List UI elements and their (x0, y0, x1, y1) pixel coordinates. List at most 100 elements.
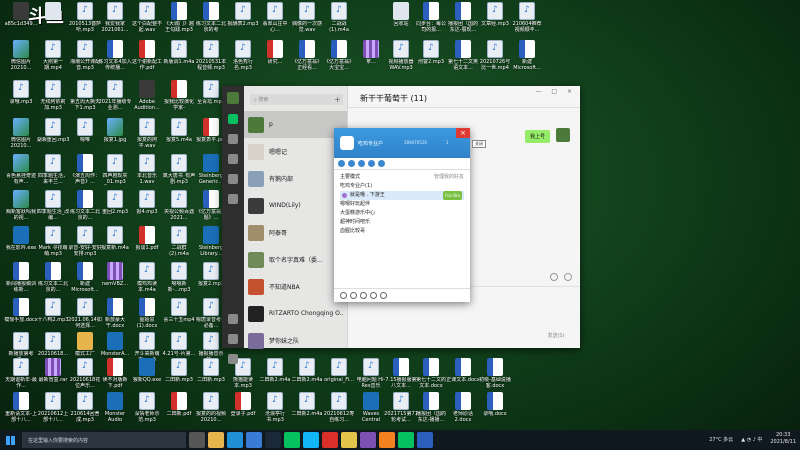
desktop-icon[interactable]: 我在影吟.exe (4, 224, 38, 264)
desktop-icon[interactable]: 新闻播报稿训练新... (4, 260, 38, 300)
add-chat-button[interactable]: + (332, 94, 343, 105)
desktop-icon[interactable]: 微信图片20210... (4, 38, 38, 78)
chat-icon[interactable] (348, 160, 355, 167)
desktop-icon[interactable]: 2010513菩萨听.mp3 (68, 0, 102, 40)
desktop-icon[interactable]: 拿... (354, 38, 388, 78)
desktop-icon[interactable]: 深情老师示范.mp3 (130, 390, 164, 430)
desktop-icon[interactable]: nemVBZ... (98, 260, 132, 300)
contacts-nav-icon[interactable] (228, 134, 238, 144)
desktop-icon[interactable]: Monster Audio (98, 390, 132, 430)
desktop-icon[interactable]: 练习文本二北京的考 (194, 0, 228, 40)
desktop-icon[interactable]: 离大唐书_有声剧.mp3 (162, 152, 196, 192)
desktop-icon[interactable] (36, 0, 70, 40)
send-button[interactable]: 发送(S) (542, 331, 570, 342)
desktop-icon[interactable]: 《亿万富翁》正经看... (290, 38, 324, 78)
desktop-icon[interactable]: 播报团（国的东达-展现... (446, 0, 480, 40)
chrome-icon[interactable] (341, 432, 357, 448)
douyu-icon[interactable] (379, 432, 395, 448)
popup-item[interactable]: 嗯嗯好玩起伴 (340, 200, 464, 209)
search-icon[interactable] (378, 160, 385, 167)
desktop-icon[interactable]: 这个白配整不起.wav (130, 0, 164, 40)
start-button[interactable] (0, 430, 20, 450)
refresh-icon[interactable] (370, 292, 377, 299)
mail-icon[interactable] (417, 432, 433, 448)
desktop-icon[interactable]: 本北音乐1.wav (130, 152, 164, 192)
desktop-icon[interactable]: 报复1.jpg (98, 116, 132, 156)
desktop-icon[interactable]: 报复新.m4a (98, 224, 132, 264)
chat-list-item[interactable]: WIND(Lily) (244, 192, 347, 219)
desktop-icon[interactable]: 20210726号比一世.mp4 (478, 38, 512, 78)
desktop-icon[interactable]: 新建Microsoft... (510, 38, 544, 78)
chat-list-item[interactable]: p (244, 111, 347, 138)
popup-item[interactable]: 超神时间吧乐 (340, 218, 464, 227)
desktop-icon[interactable]: 回收站 (384, 0, 418, 40)
menu-icon[interactable] (340, 292, 347, 299)
search-icon[interactable] (360, 292, 367, 299)
desktop-icon[interactable]: 我爱我家2021061... (98, 0, 132, 40)
desktop-icon[interactable]: 二战战(1).m4a (322, 0, 356, 40)
desktop-icon[interactable]: 文章经.mp3 (478, 0, 512, 40)
desktop-icon[interactable]: 录音-安好-安好安排.mp3 (68, 224, 102, 264)
desktop-icon[interactable]: 老师原话2.docx (446, 390, 480, 430)
clock[interactable]: 20:33 2021/8/11 (770, 432, 796, 446)
desktop-icon[interactable]: 练习文本二北京的... (36, 260, 70, 300)
desktop-icon[interactable]: 第七十二文英语文本... (446, 38, 480, 78)
task-view-icon[interactable] (189, 432, 205, 448)
menu-icon[interactable] (228, 354, 238, 364)
desktop-icon[interactable]: 二田新.pdf (162, 390, 196, 430)
desktop-icon[interactable]: 重回2.mp3 (98, 188, 132, 228)
desktop-icon[interactable]: 湘潮公开课配音.mp3 (68, 38, 102, 78)
desktop-icon[interactable]: 二田新2.m4a (290, 390, 324, 430)
desktop-icon[interactable]: 报酬表2.mp3 (226, 0, 260, 40)
desktop-icon[interactable]: 偶像的一次感觉.wav (290, 0, 324, 40)
desktop-icon[interactable]: 登录子.pdf (226, 390, 260, 430)
audio-app-icon[interactable] (360, 432, 376, 448)
desktop-icon[interactable]: 沧浪亭行书.mp3 (258, 390, 292, 430)
moments-nav-icon[interactable] (228, 194, 238, 204)
desktop-icon[interactable]: 210614回舍成.mp3 (68, 390, 102, 430)
favorites-nav-icon[interactable] (228, 154, 238, 164)
desktop-icon[interactable]: 《演五周作：声音》... (68, 152, 102, 192)
desktop-icon[interactable]: 《亿万富翁》大宝宝... (322, 38, 356, 78)
wechat-search-input[interactable]: ⌕ 搜索 + (250, 94, 343, 105)
mini-program-nav-icon[interactable] (228, 314, 238, 324)
desktop-icon[interactable]: Waves Central (354, 390, 388, 430)
chat-list-item[interactable]: 取个名字真难（委... (244, 246, 347, 273)
chat-list-item[interactable]: 有鹅内部 (244, 165, 347, 192)
qq-icon[interactable] (303, 432, 319, 448)
desktop-icon[interactable]: Adobe Audition... (130, 78, 164, 118)
desktop-icon[interactable]: 播报团（国的东达-播播... (414, 390, 448, 430)
desktop-icon[interactable]: 新建Microsoft... (68, 260, 102, 300)
desktop-icon[interactable]: 20210612上部十八... (36, 390, 70, 430)
desktop-icon[interactable]: 报复的的视频20210... (194, 390, 228, 430)
desktop-icon[interactable]: Mark 寻找萌萌.mp3 (36, 224, 70, 264)
wechat-icon[interactable] (284, 432, 300, 448)
desktop-icon[interactable]: 练习文本4加入传统播... (98, 38, 132, 78)
star-icon[interactable] (358, 160, 365, 167)
desktop-icon[interactable]: 新版调1.m4a (162, 38, 196, 78)
desktop-icon[interactable]: 四季题生活_改编... (36, 188, 70, 228)
group-name[interactable]: 吃鸡专业户(1) (340, 182, 464, 191)
chat-list-item[interactable]: 梦你妹之队 (244, 327, 347, 354)
desktop-icon[interactable]: 录哦.mp3 (4, 78, 38, 118)
chat-list-item[interactable]: 嗯嗯记 (244, 138, 347, 165)
user-icon[interactable] (338, 160, 345, 167)
desktop-icon[interactable]: 2021年播级专业测... (98, 78, 132, 118)
add-icon[interactable] (350, 292, 357, 299)
desktop-icon[interactable]: 嗯唯 (68, 116, 102, 156)
files-nav-icon[interactable] (228, 174, 238, 184)
desktop-icon[interactable]: 视频播放器 WAV.mp3 (384, 38, 418, 78)
steam-icon[interactable] (265, 432, 281, 448)
my-avatar-icon[interactable] (227, 92, 239, 104)
desktop-icon[interactable]: 央视公频百遇2021... (162, 188, 196, 228)
manage-friends-link[interactable]: 管理我的好友 (434, 173, 464, 182)
desktop-icon[interactable]: 报4.mp3 (130, 188, 164, 228)
chat-list-item[interactable]: 不知道NBA (244, 273, 347, 300)
store-icon[interactable] (246, 432, 262, 448)
wechat-running-icon[interactable] (398, 432, 414, 448)
desktop-icon[interactable]: 刑警2.mp3 (414, 38, 448, 78)
desktop-icon[interactable]: 重新请文本-上部十八... (4, 390, 38, 430)
popup-item[interactable]: 血腥比较哥 (340, 227, 464, 236)
grid-icon[interactable] (368, 160, 375, 167)
desktop-icon[interactable]: 报复5.m4a (162, 116, 196, 156)
